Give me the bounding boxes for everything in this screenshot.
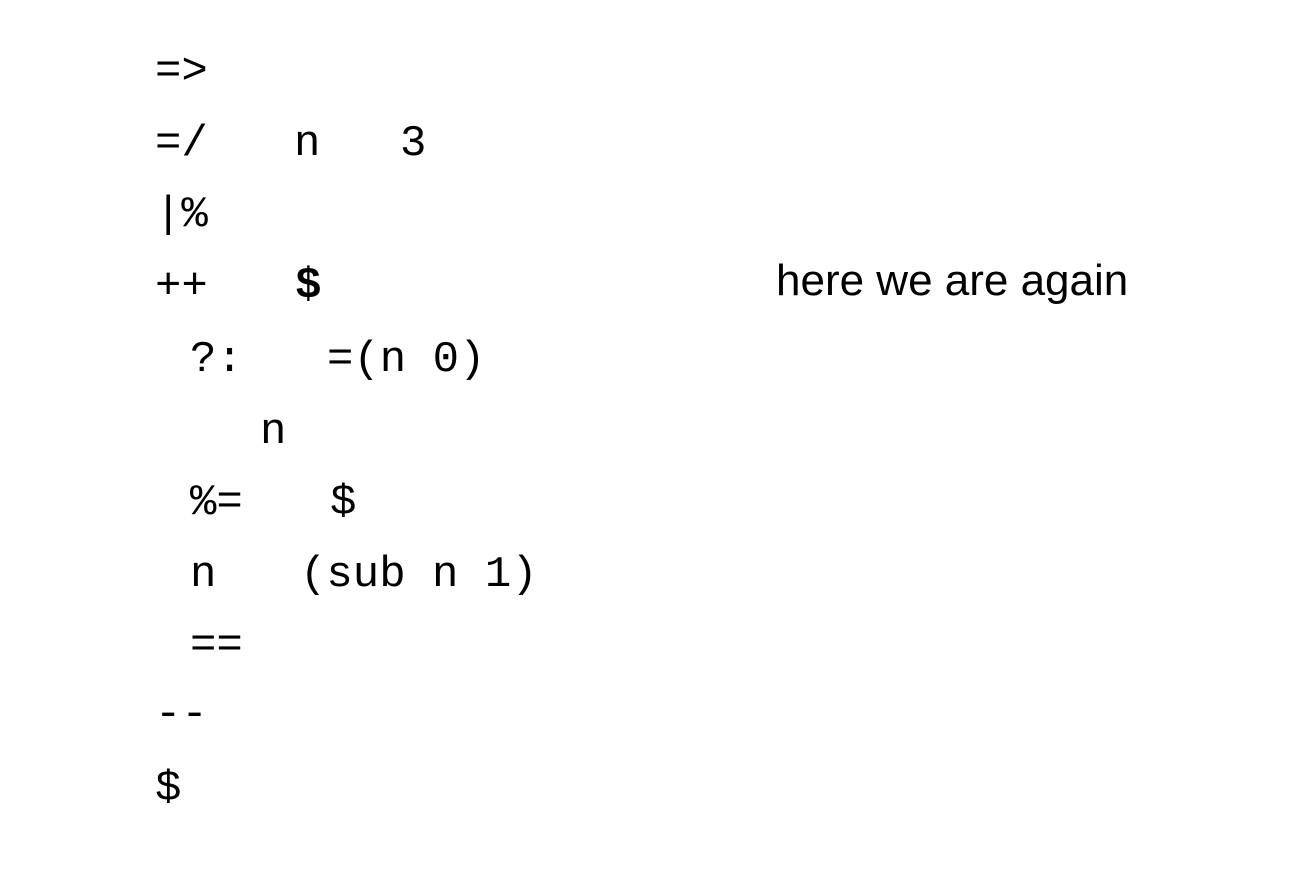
code-token: ==: [190, 621, 243, 671]
code-token: ++: [155, 262, 208, 312]
code-token: |%: [155, 190, 208, 240]
code-token: n: [190, 550, 217, 600]
code-token: (sub n 1): [300, 550, 538, 600]
code-token-bold: $: [296, 259, 321, 308]
code-token: =(n 0): [327, 335, 486, 385]
code-token: 3: [400, 119, 427, 169]
code-token: n: [294, 119, 321, 169]
annotation-text: here we are again: [776, 256, 1129, 305]
code-token: $: [155, 764, 182, 814]
code-token: =>: [155, 47, 208, 97]
code-token: %=: [190, 478, 243, 528]
code-token: ?:: [190, 335, 243, 385]
code-token: =/: [155, 119, 208, 169]
code-token: $: [330, 478, 357, 528]
code-token: --: [155, 690, 208, 740]
code-token: n: [260, 407, 287, 457]
